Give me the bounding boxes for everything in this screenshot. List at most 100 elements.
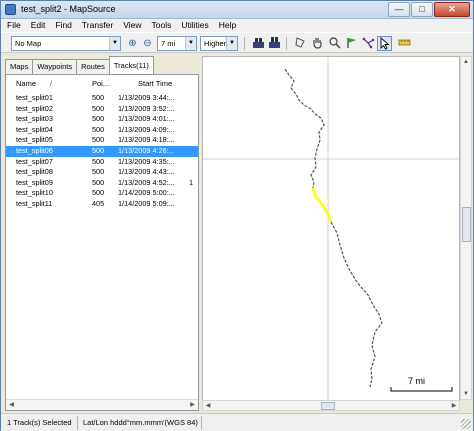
scroll-left-icon[interactable]: ◀	[203, 401, 213, 411]
sort-indicator-icon: /	[50, 79, 53, 88]
table-row[interactable]: test_split02 500 1/13/2009 3:52:...	[6, 104, 198, 115]
track-name-cell: test_split01	[16, 93, 53, 102]
track-name-cell: test_split10	[16, 188, 53, 198]
zoom-tool-icon[interactable]	[327, 36, 342, 51]
scroll-right-icon[interactable]: ▶	[449, 401, 459, 411]
map-product-select[interactable]: No Map ▼	[11, 36, 121, 51]
map-horizontal-scroll-thumb[interactable]	[321, 402, 335, 410]
status-separator	[77, 416, 78, 430]
menu-utilities[interactable]: Utilities	[181, 19, 208, 32]
map-scale-label: 7 mi	[408, 376, 426, 386]
status-bar: 1 Track(s) Selected Lat/Lon hddd°mm.mmm'…	[1, 413, 473, 431]
zoom-out-button[interactable]: ⊖	[140, 36, 155, 51]
menu-edit[interactable]: Edit	[31, 19, 46, 32]
minimize-button[interactable]: —	[388, 2, 410, 17]
tab-waypoints[interactable]: Waypoints	[32, 59, 78, 74]
selection-tool-icon[interactable]	[293, 36, 308, 51]
track-name-cell: test_split06	[16, 145, 53, 155]
track-start-time-cell: 1/13/2009 4:09:...	[118, 124, 175, 134]
track-name-cell: test_split02	[16, 103, 53, 113]
track-extra-cell: 1	[189, 177, 194, 187]
table-row[interactable]: test_split01 500 1/13/2009 3:44:...	[6, 93, 198, 104]
table-row[interactable]: test_split08 500 1/13/2009 4:43:...	[6, 167, 198, 178]
track-name-cell: test_split09	[16, 177, 53, 187]
menu-transfer[interactable]: Transfer	[82, 19, 113, 32]
track-name-cell: test_split03	[16, 114, 53, 124]
scroll-left-icon[interactable]: ◀	[6, 400, 17, 410]
zoom-level-select[interactable]: 7 mi ▼	[157, 36, 197, 51]
window-title: test_split2 - MapSource	[21, 4, 116, 14]
mapsource-app-icon	[5, 4, 16, 15]
table-row[interactable]: test_split03 500 1/13/2009 4:01:...	[6, 114, 198, 125]
receive-from-device-icon[interactable]	[251, 36, 266, 51]
menu-file[interactable]: File	[7, 19, 21, 32]
toolbar: No Map ▼ ⊕ ⊖ 7 mi ▼ Higher ▼	[1, 32, 473, 53]
scroll-right-icon[interactable]: ▶	[187, 400, 198, 410]
map-product-value: No Map	[15, 39, 42, 48]
track-points-cell: 500	[92, 177, 105, 187]
table-row[interactable]: test_split09 500 1/13/2009 4:52:... 1	[6, 178, 198, 189]
tab-maps[interactable]: Maps	[5, 59, 34, 74]
track-start-time-cell: 1/13/2009 4:35:...	[118, 156, 175, 166]
gps-track-path[interactable]	[284, 68, 383, 388]
track-points-cell: 500	[92, 103, 105, 113]
column-header-points[interactable]: Poi...	[92, 79, 109, 88]
close-button[interactable]: ✕	[434, 2, 470, 17]
pointer-tool-icon[interactable]	[377, 36, 392, 51]
track-points-cell: 500	[92, 167, 105, 177]
toolbar-separator	[244, 37, 245, 50]
menu-find[interactable]: Find	[55, 19, 72, 32]
list-header: Name / Poi... Start Time	[6, 78, 198, 91]
window-controls: — □ ✕	[388, 2, 470, 17]
app-window: test_split2 - MapSource — □ ✕ File Edit …	[0, 0, 474, 431]
track-start-time-cell: 1/13/2009 3:52:...	[118, 103, 175, 113]
coordinate-format-status: Lat/Lon hddd°mm.mmm'(WGS 84)	[83, 418, 198, 427]
scroll-down-icon[interactable]: ▼	[461, 389, 471, 399]
tab-tracks[interactable]: Tracks(11)	[108, 56, 154, 74]
track-start-time-cell: 1/13/2009 4:01:...	[118, 114, 175, 124]
map-vertical-scrollbar[interactable]: ▲ ▼	[460, 56, 472, 400]
map-view[interactable]: 7 mi	[202, 56, 460, 411]
route-tool-icon[interactable]	[361, 36, 376, 51]
status-separator	[201, 416, 202, 430]
table-row[interactable]: test_split10 500 1/14/2009 5:00:...	[6, 188, 198, 199]
table-row[interactable]: test_split04 500 1/13/2009 4:09:...	[6, 125, 198, 136]
map-vertical-scroll-thumb[interactable]	[462, 207, 471, 242]
list-horizontal-scrollbar[interactable]: ◀ ▶	[6, 399, 198, 410]
title-bar[interactable]: test_split2 - MapSource — □ ✕	[1, 1, 473, 19]
column-header-name[interactable]: Name	[16, 79, 36, 88]
detail-level-select[interactable]: Higher ▼	[200, 36, 238, 51]
data-tabs: Maps Waypoints Routes Tracks(11)	[5, 56, 154, 74]
maximize-button[interactable]: □	[411, 2, 433, 17]
track-start-time-cell: 1/13/2009 4:18:...	[118, 135, 175, 145]
resize-grip-icon[interactable]	[461, 419, 471, 429]
track-points-cell: 500	[92, 114, 105, 124]
scale-bar	[390, 387, 453, 392]
track-rows: test_split01 500 1/13/2009 3:44:... test_sp…	[6, 93, 198, 210]
table-row[interactable]: test_split06 500 1/13/2009 4:26:...	[6, 145, 198, 157]
menu-help[interactable]: Help	[219, 19, 236, 32]
tab-routes[interactable]: Routes	[76, 59, 110, 74]
measure-distance-icon[interactable]	[397, 36, 412, 51]
column-header-start-time[interactable]: Start Time	[138, 79, 172, 88]
table-row[interactable]: test_split11 405 1/14/2009 5:09:...	[6, 199, 198, 210]
track-start-time-cell: 1/14/2009 5:00:...	[118, 188, 175, 198]
zoom-level-value: 7 mi	[161, 39, 176, 48]
map-horizontal-scrollbar[interactable]: ◀ ▶	[202, 400, 460, 411]
table-row[interactable]: test_split05 500 1/13/2009 4:18:...	[6, 135, 198, 146]
track-points-cell: 500	[92, 93, 105, 102]
send-to-device-icon[interactable]	[267, 36, 282, 51]
hand-pan-icon[interactable]	[310, 36, 325, 51]
zoom-in-button[interactable]: ⊕	[125, 36, 140, 51]
table-row[interactable]: test_split07 500 1/13/2009 4:35:...	[6, 157, 198, 168]
track-name-cell: test_split08	[16, 167, 53, 177]
scroll-up-icon[interactable]: ▲	[461, 57, 471, 67]
waypoint-flag-icon[interactable]	[344, 36, 359, 51]
track-start-time-cell: 1/13/2009 4:26:...	[118, 145, 175, 155]
track-start-time-cell: 1/13/2009 4:43:...	[118, 167, 175, 177]
track-start-time-cell: 1/13/2009 3:44:...	[118, 93, 175, 102]
menu-tools[interactable]: Tools	[152, 19, 172, 32]
chevron-down-icon: ▼	[226, 37, 237, 50]
menu-view[interactable]: View	[123, 19, 141, 32]
track-start-time-cell: 1/14/2009 5:09:...	[118, 198, 175, 208]
